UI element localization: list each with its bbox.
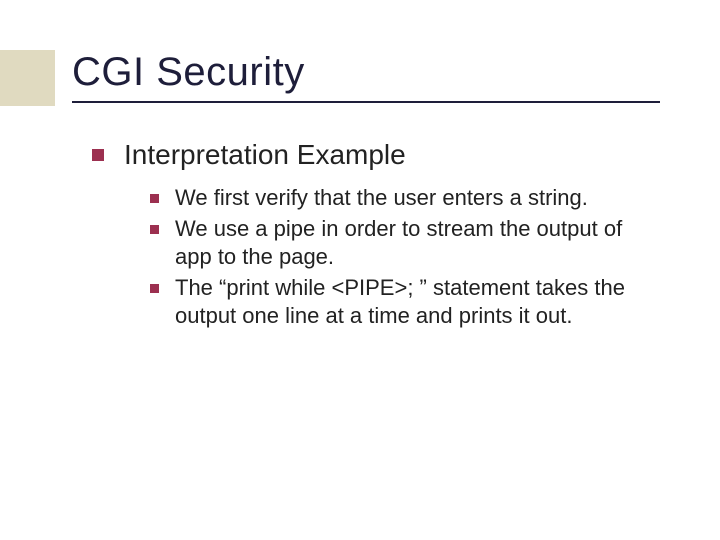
list-item: Interpretation Example	[92, 137, 660, 172]
list-item: We use a pipe in order to stream the out…	[150, 215, 660, 272]
square-bullet-icon	[150, 225, 159, 234]
sub-item-text: We first verify that the user enters a s…	[175, 184, 588, 213]
square-bullet-icon	[92, 149, 104, 161]
list-item: We first verify that the user enters a s…	[150, 184, 660, 213]
sub-item-text: We use a pipe in order to stream the out…	[175, 215, 660, 272]
slide-title: CGI Security	[72, 50, 660, 103]
list-item: The “print while <PIPE>; ” statement tak…	[150, 274, 660, 331]
square-bullet-icon	[150, 284, 159, 293]
slide: CGI Security Interpretation Example We f…	[0, 0, 720, 540]
sub-item-text: The “print while <PIPE>; ” statement tak…	[175, 274, 660, 331]
square-bullet-icon	[150, 194, 159, 203]
level1-heading: Interpretation Example	[124, 137, 406, 172]
sub-list: We first verify that the user enters a s…	[150, 184, 660, 331]
